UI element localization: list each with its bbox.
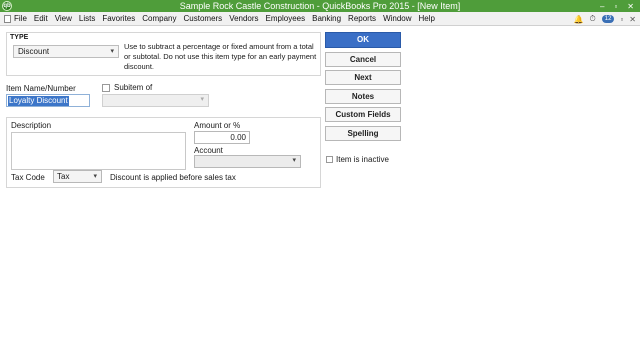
- menu-reports[interactable]: Reports: [348, 14, 376, 23]
- menu-edit[interactable]: Edit: [34, 14, 48, 23]
- details-section: Description Amount or % 0.00 Account ▾ T…: [6, 117, 321, 188]
- menu-right-tools: 🔔 ⏱ 12 ▫ ✕: [574, 13, 636, 25]
- tax-code-label: Tax Code: [11, 173, 45, 182]
- maximize-icon[interactable]: ▫: [614, 2, 617, 11]
- type-label: TYPE: [10, 34, 29, 41]
- item-name-label: Item Name/Number: [6, 84, 76, 93]
- type-dropdown[interactable]: Discount ▾: [13, 45, 119, 58]
- notification-badge[interactable]: 12: [601, 15, 615, 23]
- account-dropdown[interactable]: ▾: [194, 155, 301, 168]
- menu-employees[interactable]: Employees: [266, 14, 306, 23]
- ok-button[interactable]: OK: [325, 32, 401, 48]
- clock-icon[interactable]: ⏱: [590, 14, 596, 24]
- window-controls: – ▫ ✕: [600, 0, 634, 12]
- custom-fields-button[interactable]: Custom Fields: [325, 107, 401, 122]
- chevron-down-icon: ▾: [110, 48, 114, 55]
- description-textarea[interactable]: [11, 132, 186, 170]
- title-bar: qb Sample Rock Castle Construction - Qui…: [0, 0, 640, 12]
- menu-help[interactable]: Help: [419, 14, 435, 23]
- menu-file[interactable]: File: [14, 14, 27, 23]
- item-name-value: Loyalty Discount: [8, 96, 69, 106]
- type-section: TYPE Discount ▾ Use to subtract a percen…: [6, 32, 321, 76]
- amount-input[interactable]: 0.00: [194, 131, 250, 144]
- menu-company[interactable]: Company: [142, 14, 176, 23]
- menu-favorites[interactable]: Favorites: [102, 14, 135, 23]
- notes-button[interactable]: Notes: [325, 89, 401, 104]
- subitem-checkbox[interactable]: [102, 84, 110, 92]
- type-description: Use to subtract a percentage or fixed am…: [124, 42, 317, 71]
- item-inactive-checkbox[interactable]: [326, 156, 333, 163]
- menu-window[interactable]: Window: [383, 14, 411, 23]
- menu-view[interactable]: View: [55, 14, 72, 23]
- tax-code-value: Tax: [57, 172, 70, 181]
- close-icon[interactable]: ✕: [627, 2, 634, 11]
- chevron-down-icon: ▾: [200, 96, 204, 103]
- cancel-button[interactable]: Cancel: [325, 52, 401, 67]
- menu-vendors[interactable]: Vendors: [229, 14, 258, 23]
- minimize-icon[interactable]: –: [600, 2, 604, 11]
- menu-lists[interactable]: Lists: [79, 14, 95, 23]
- account-label: Account: [194, 146, 223, 155]
- spelling-button[interactable]: Spelling: [325, 126, 401, 141]
- description-label: Description: [11, 121, 52, 130]
- chevron-down-icon: ▾: [93, 173, 97, 180]
- menu-bar: File Edit View Lists Favorites Company C…: [0, 12, 640, 26]
- quickbooks-logo-icon: qb: [2, 1, 12, 11]
- menu-customers[interactable]: Customers: [184, 14, 223, 23]
- tax-note: Discount is applied before sales tax: [110, 173, 236, 182]
- menu-banking[interactable]: Banking: [312, 14, 341, 23]
- window-title: Sample Rock Castle Construction - QuickB…: [179, 1, 461, 11]
- document-icon: [4, 14, 11, 23]
- next-button[interactable]: Next: [325, 70, 401, 85]
- type-dropdown-value: Discount: [18, 47, 50, 56]
- tax-code-dropdown[interactable]: Tax ▾: [53, 170, 102, 183]
- subitem-dropdown[interactable]: ▾: [102, 94, 209, 107]
- item-name-input[interactable]: Loyalty Discount: [6, 94, 90, 107]
- document-close-icon[interactable]: ✕: [629, 15, 636, 24]
- restore-icon[interactable]: ▫: [620, 15, 623, 24]
- bell-icon[interactable]: 🔔: [574, 15, 584, 24]
- subitem-label: Subitem of: [114, 83, 153, 92]
- amount-label: Amount or %: [194, 121, 241, 130]
- chevron-down-icon: ▾: [292, 157, 296, 164]
- item-inactive-label: Item is inactive: [336, 155, 389, 164]
